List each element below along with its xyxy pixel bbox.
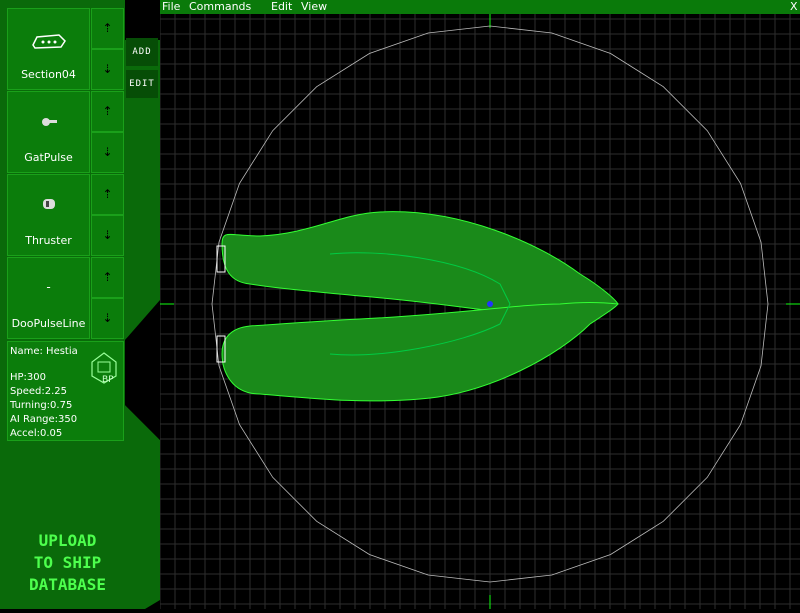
move-up-arrow-icon[interactable]: ⇡ (91, 257, 124, 298)
ship-center-marker (487, 301, 493, 307)
part-label: Section04 (21, 68, 76, 81)
ship-editor-canvas[interactable] (159, 14, 800, 609)
move-up-arrow-icon[interactable]: ⇡ (91, 91, 124, 132)
menu-file[interactable]: File (162, 0, 180, 14)
ship-ai-range: AI Range:350 (10, 414, 78, 425)
part-card-doopulseline[interactable]: - DooPulseLine (7, 257, 90, 339)
upload-line-1: UPLOAD (38, 531, 97, 550)
menu-bar: File Commands Edit View X (160, 0, 800, 14)
part-card-thruster[interactable]: Thruster (7, 174, 90, 256)
part-label: DooPulseLine (11, 317, 86, 330)
move-down-arrow-icon[interactable]: ⇣ (91, 132, 124, 173)
left-panel: Section04 GatPulse Thruster - DooPulseLi… (0, 0, 160, 609)
upload-line-2: TO SHIP (33, 553, 102, 572)
editor-grid (159, 14, 800, 609)
close-icon[interactable]: X (790, 0, 798, 14)
move-up-arrow-icon[interactable]: ⇡ (91, 8, 124, 49)
thruster-icon (8, 197, 89, 214)
move-down-arrow-icon[interactable]: ⇣ (91, 215, 124, 256)
part-label: GatPulse (24, 151, 73, 164)
tab-edit[interactable]: EDIT (126, 70, 158, 98)
tab-add[interactable]: ADD (126, 38, 158, 66)
part-label: Thruster (25, 234, 72, 247)
part-card-gatpulse[interactable]: GatPulse (7, 91, 90, 173)
menu-view[interactable]: View (301, 0, 327, 14)
blueprint-badge: BP (102, 375, 114, 385)
ship-name: Name: Hestia (10, 346, 78, 357)
ship-section-icon (8, 31, 89, 54)
dot-icon: - (46, 280, 51, 294)
move-down-arrow-icon[interactable]: ⇣ (91, 298, 124, 339)
move-down-arrow-icon[interactable]: ⇣ (91, 49, 124, 90)
menu-edit[interactable]: Edit (271, 0, 292, 14)
upload-to-ship-database-button[interactable]: UPLOAD TO SHIP DATABASE (10, 530, 125, 596)
gun-icon (8, 114, 89, 133)
ship-turning: Turning:0.75 (10, 400, 73, 411)
menu-commands[interactable]: Commands (189, 0, 251, 14)
ship-accel: Accel:0.05 (10, 428, 63, 439)
ship-hull (221, 211, 619, 402)
part-card-section04[interactable]: Section04 (7, 8, 90, 90)
move-up-arrow-icon[interactable]: ⇡ (91, 174, 124, 215)
ship-speed: Speed:2.25 (10, 386, 67, 397)
upload-line-3: DATABASE (28, 575, 107, 594)
ship-hp: HP:300 (10, 372, 47, 383)
ship-stats-panel: Name: Hestia HP:300 Speed:2.25 Turning:0… (7, 341, 124, 441)
